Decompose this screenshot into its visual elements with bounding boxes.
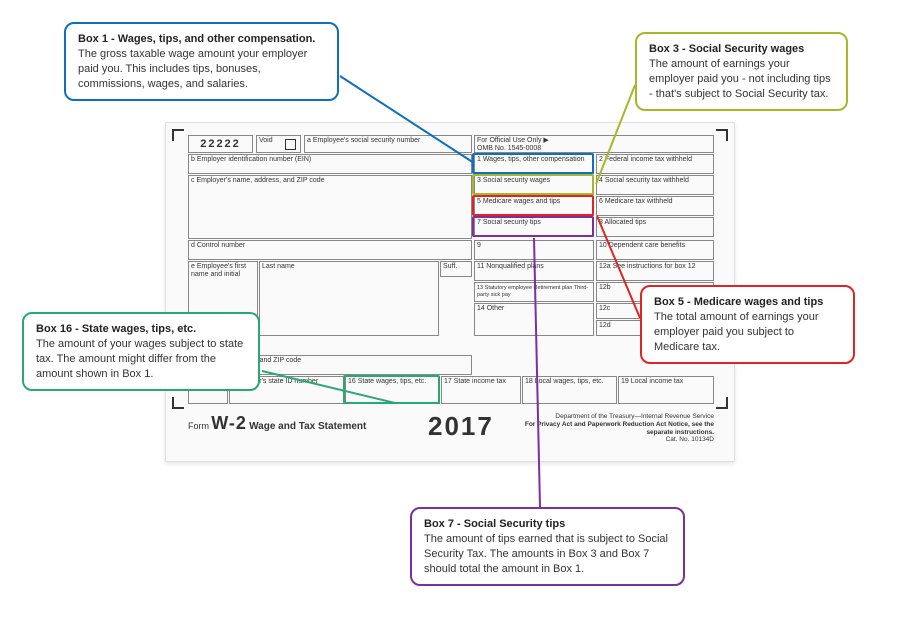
label: Last name [262,263,295,270]
box-2: 2 Federal income tax withheld [596,154,714,174]
box-6: 6 Medicare tax withheld [596,196,714,216]
label: 5 Medicare wages and tips [477,198,560,205]
crop-mark [716,397,728,409]
void-box: Void [256,135,301,153]
form-label: Form [188,421,209,431]
label: 19 Local income tax [621,378,683,385]
label: 12a See instructions for box 12 [599,263,696,270]
crop-mark [172,397,184,409]
box-b-ein: b Employer identification number (EIN) [188,154,472,174]
callout-title: Box 3 - Social Security wages [649,42,834,57]
box-4: 4 Social security tax withheld [596,175,714,195]
form-year: 2017 [428,411,494,442]
label: 4 Social security tax withheld [599,177,689,184]
box-7: 7 Social security tips [474,217,594,237]
label: Suff. [443,263,457,270]
label: d Control number [191,242,245,249]
box-e-suffix: Suff. [440,261,472,277]
form-code: 22222 [188,135,253,153]
label: 10 Dependent care benefits [599,242,685,249]
box-16: 16 State wages, tips, etc. [345,376,440,404]
label: 11 Nonqualified plans [477,263,544,270]
box-c-employer: c Employer's name, address, and ZIP code [188,175,472,239]
box-19: 19 Local income tax [618,376,714,404]
box-8: 8 Allocated tips [596,217,714,237]
official-use: For Official Use Only ▶ OMB No. 1545-000… [474,135,714,153]
callout-title: Box 1 - Wages, tips, and other compensat… [78,32,325,47]
label: 12b [599,284,611,291]
label: For Official Use Only ▶ OMB No. 1545-000… [477,137,549,152]
box-14: 14 Other [474,303,594,336]
callout-box-3: Box 3 - Social Security wages The amount… [635,32,848,111]
void-label: Void [259,137,273,144]
label: 12c [599,305,610,312]
label: 6 Medicare tax withheld [599,198,673,205]
label: 12d [599,322,611,329]
callout-body: The amount of earnings your employer pai… [649,57,834,102]
callout-body: The amount of your wages subject to stat… [36,337,246,382]
crop-mark [172,129,184,141]
irs-privacy: For Privacy Act and Paperwork Reduction … [514,421,714,437]
label: 3 Social security wages [477,177,550,184]
label: e Employee's first name and initial [191,263,255,278]
callout-title: Box 5 - Medicare wages and tips [654,295,841,310]
callout-box-1: Box 1 - Wages, tips, and other compensat… [64,22,339,101]
box-5: 5 Medicare wages and tips [474,196,594,216]
label: 9 [477,242,481,249]
callout-title: Box 7 - Social Security tips [424,517,671,532]
form-number: W-2 [211,413,247,433]
callout-body: The gross taxable wage amount your emplo… [78,47,325,92]
crop-mark [716,129,728,141]
box-11: 11 Nonqualified plans [474,261,594,281]
box-3: 3 Social security wages [474,175,594,195]
box-18: 18 Local wages, tips, etc. [522,376,617,404]
label: b Employer identification number (EIN) [191,156,311,163]
callout-box-16: Box 16 - State wages, tips, etc. The amo… [22,312,260,391]
box-a-ssn: a Employee's social security number [304,135,472,153]
box-e-lastname: Last name [259,261,439,336]
box-1: 1 Wages, tips, other compensation [474,154,594,174]
label: c Employer's name, address, and ZIP code [191,177,325,184]
label: 18 Local wages, tips, etc. [525,378,604,385]
form-footer: Form W-2 Wage and Tax Statement 2017 Dep… [188,413,714,458]
label: 16 State wages, tips, etc. [348,378,426,385]
label: 14 Other [477,305,504,312]
irs-dept: Department of the Treasury—Internal Reve… [514,413,714,421]
irs-text: Department of the Treasury—Internal Reve… [514,413,714,444]
form-title: Wage and Tax Statement [249,421,366,432]
label: 1 Wages, tips, other compensation [477,156,585,163]
label: 13 Statutory employee Retirement plan Th… [477,285,588,298]
label: a Employee's social security number [307,137,420,144]
callout-title: Box 16 - State wages, tips, etc. [36,322,246,337]
box-10: 10 Dependent care benefits [596,240,714,260]
label: 8 Allocated tips [599,219,646,226]
label: 17 State income tax [444,378,506,385]
callout-body: The total amount of earnings your employ… [654,310,841,355]
label: 7 Social security tips [477,219,541,226]
callout-box-5: Box 5 - Medicare wages and tips The tota… [640,285,855,364]
box-d-control: d Control number [188,240,472,260]
callout-body: The amount of tips earned that is subjec… [424,532,671,577]
irs-catalog: Cat. No. 10134D [514,436,714,444]
label: 2 Federal income tax withheld [599,156,692,163]
box-13: 13 Statutory employee Retirement plan Th… [474,282,594,302]
box-17: 17 State income tax [441,376,521,404]
box-9: 9 [474,240,594,260]
box-12a: 12a See instructions for box 12 [596,261,714,281]
callout-box-7: Box 7 - Social Security tips The amount … [410,507,685,586]
